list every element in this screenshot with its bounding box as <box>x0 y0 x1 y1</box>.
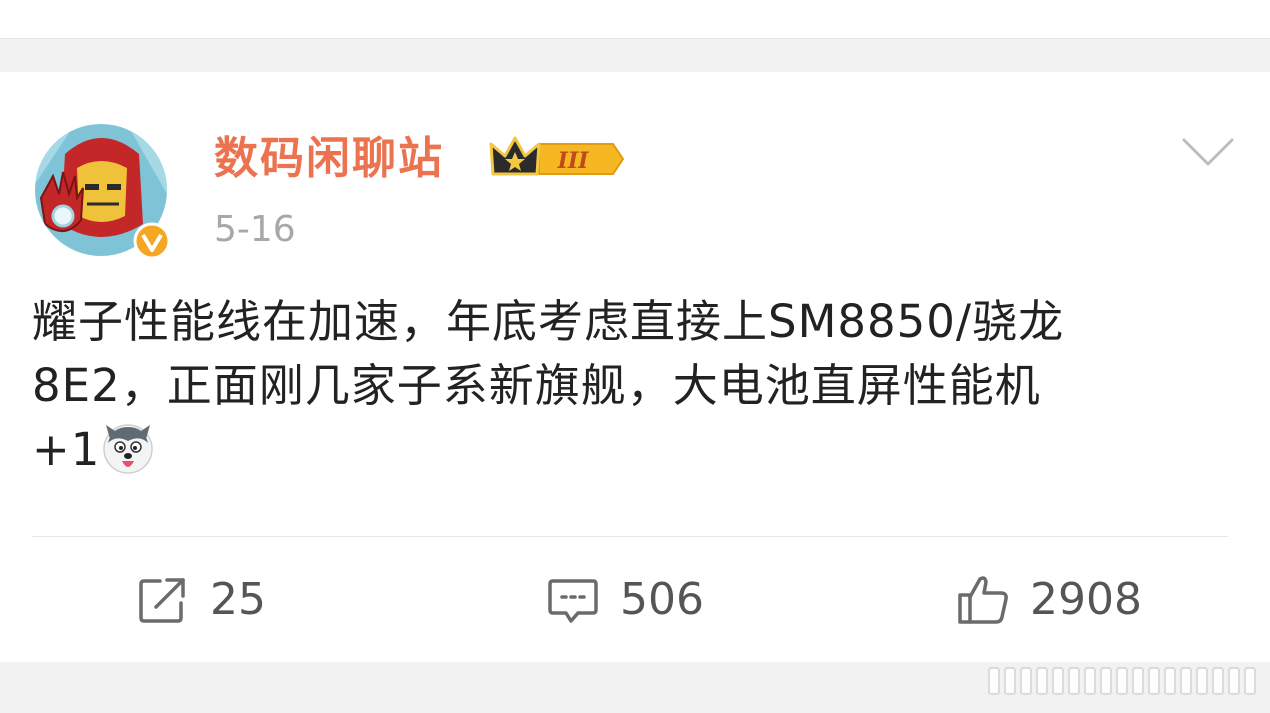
level-text: III <box>557 148 590 174</box>
comment-count: 506 <box>620 574 704 625</box>
post-content-tail: +1 <box>32 423 101 476</box>
feed-separator <box>0 662 1270 713</box>
post-menu-button[interactable] <box>1180 132 1236 172</box>
feed-separator <box>0 39 1270 72</box>
post-content-line: 8E2，正面刚几家子系新旗舰，大电池直屏性能机 <box>32 359 1041 412</box>
comment-button[interactable]: 506 <box>546 572 704 628</box>
post-author-name[interactable]: 数码闲聊站 <box>214 130 444 188</box>
like-button[interactable]: 2908 <box>956 572 1142 628</box>
weibo-post-card: 数码闲聊站 III 5-16 耀子性能线在加速，年底考虑直接上SM8850/骁龙… <box>0 72 1270 662</box>
repost-count: 25 <box>210 574 266 625</box>
watermark-logo <box>988 667 1256 695</box>
crown-icon <box>489 136 541 176</box>
repost-button[interactable]: 25 <box>136 572 266 628</box>
post-content-line: 耀子性能线在加速，年底考虑直接上SM8850/骁龙 <box>32 295 1065 348</box>
repost-icon <box>139 578 185 623</box>
action-divider <box>32 536 1228 537</box>
comment-icon <box>548 579 598 623</box>
post-date: 5-16 <box>214 209 296 250</box>
author-avatar[interactable] <box>35 124 173 262</box>
verified-v-icon <box>133 222 171 260</box>
husky-doge-emoji <box>103 424 154 474</box>
chevron-down-icon <box>1182 138 1234 166</box>
post-content-line: +1 <box>32 418 1238 482</box>
member-level-badge[interactable]: III <box>489 134 625 184</box>
previous-post-bottom <box>0 0 1270 39</box>
thumbs-up-icon <box>958 576 1008 624</box>
post-content: 耀子性能线在加速，年底考虑直接上SM8850/骁龙 8E2，正面刚几家子系新旗舰… <box>32 290 1238 482</box>
like-count: 2908 <box>1030 574 1142 625</box>
